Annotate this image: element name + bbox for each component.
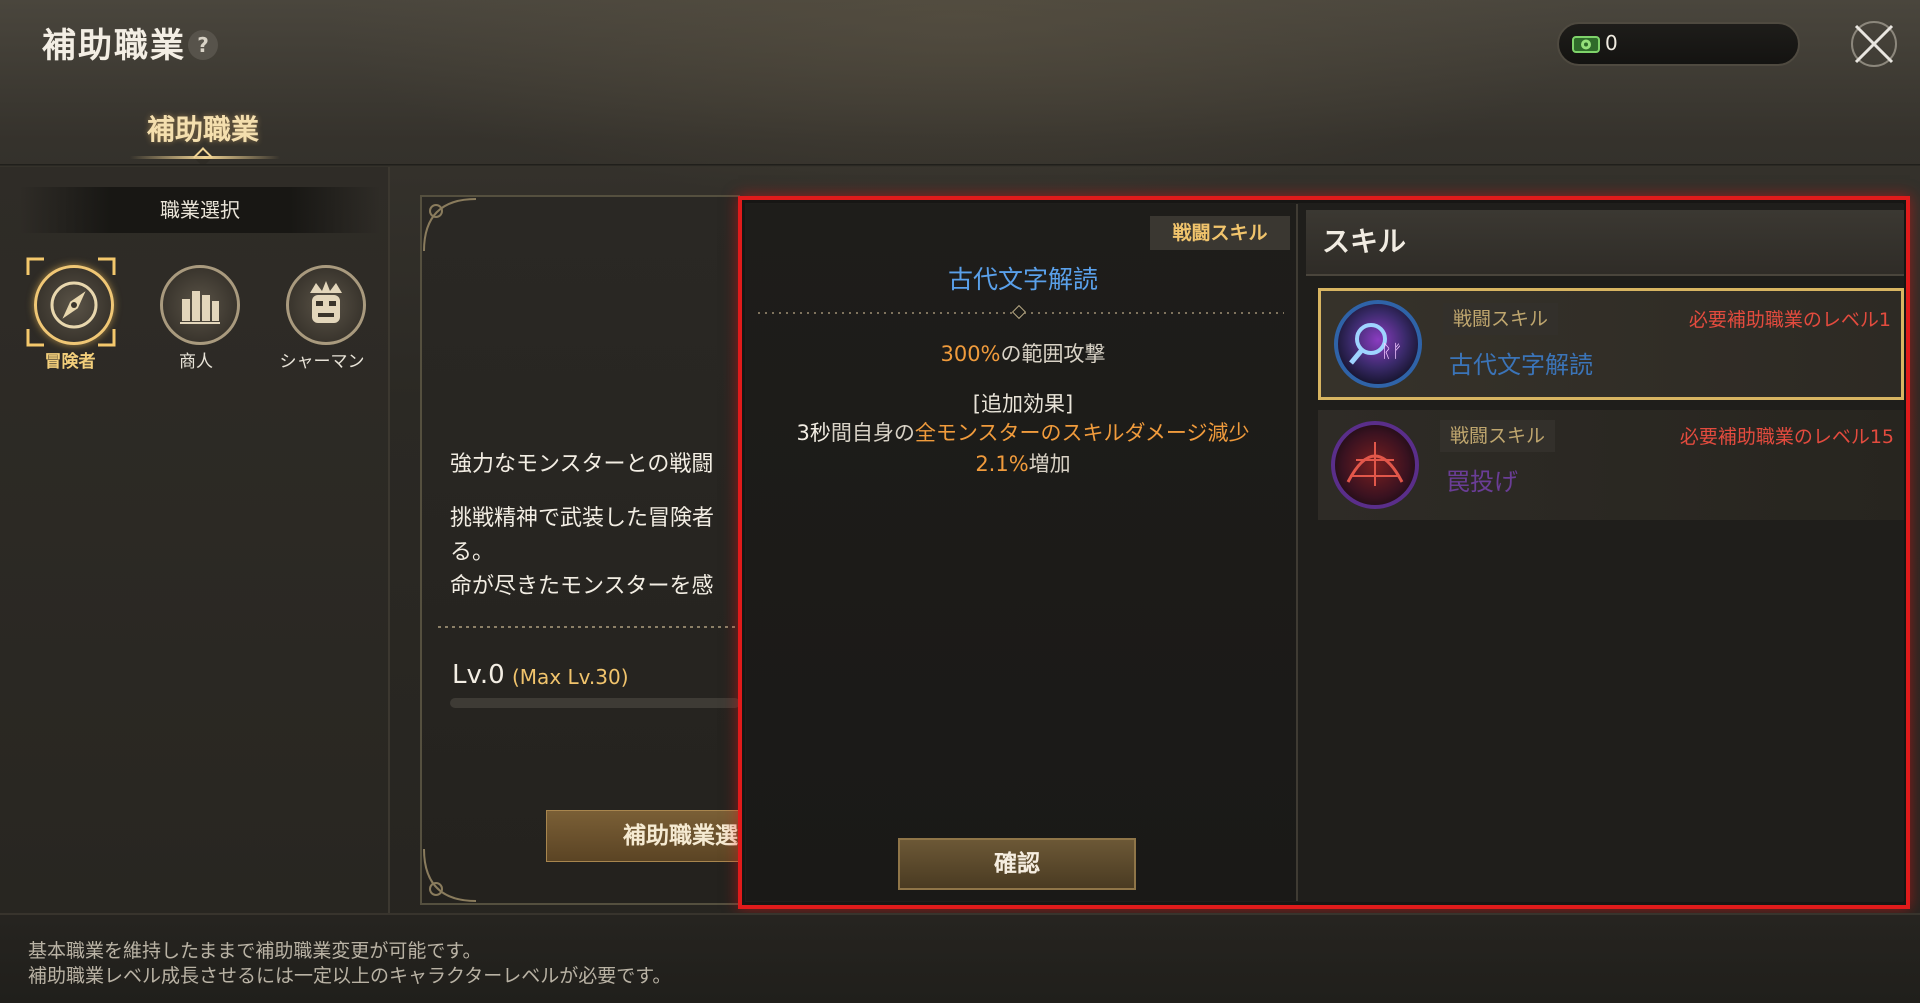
svg-text:ᚱᚠ: ᚱᚠ — [1381, 341, 1403, 362]
job-label: 冒険者 — [44, 352, 96, 372]
job-select-heading: 職業選択 — [20, 187, 380, 233]
compass-icon — [34, 265, 114, 345]
effect-value: 2.1% — [975, 452, 1029, 476]
job-description-line: 命が尽きたモンスターを感 — [450, 574, 714, 599]
confirm-button[interactable]: 確認 — [898, 838, 1136, 890]
skill-type-badge: 戦闘スキル — [1150, 216, 1290, 250]
help-button[interactable]: ? — [188, 30, 218, 60]
job-label: シャーマン — [279, 352, 365, 372]
job-select-panel: 職業選択 冒険者 商人 シャーマン — [0, 167, 390, 913]
corner-ornament-icon — [423, 848, 477, 902]
job-description-line: 挑戦精神で武装した冒険者 — [450, 506, 715, 531]
ancient-script-skill-icon: ᚱᚠ — [1334, 300, 1422, 388]
effect-duration: 3秒 — [796, 421, 831, 445]
skill-detail-name: 古代文字解読 — [947, 265, 1098, 294]
job-description-line: る。 — [450, 540, 495, 565]
tab-sub-job[interactable]: 補助職業 — [110, 108, 296, 148]
level-progress-bar — [450, 698, 740, 708]
currency-icon — [1572, 36, 1600, 53]
skill-list-heading: スキル — [1322, 225, 1407, 258]
currency-display: 0 — [1557, 22, 1800, 66]
job-description-line: 強力なモンスターとの戦闘 — [450, 452, 714, 477]
effect-highlight: 全モンスターのスキルダメージ減少 — [914, 421, 1250, 445]
trap-throw-skill-icon — [1331, 421, 1419, 509]
job-shaman[interactable]: シャーマン — [262, 265, 382, 375]
footer-note: 基本職業を維持したままで補助職業変更が可能です。 — [28, 940, 482, 962]
effect-text: の範囲攻撃 — [1000, 342, 1106, 366]
skill-requirement: 必要補助職業のレベル1 — [1688, 309, 1891, 331]
currency-amount: 0 — [1605, 31, 1618, 55]
skill-list-item[interactable]: 戦闘スキル 必要補助職業のレベル15 罠投げ — [1318, 410, 1904, 520]
footer-note: 補助職業レベル成長させるには一定以上のキャラクターレベルが必要です。 — [28, 965, 672, 987]
effect-text: 増加 — [1028, 452, 1071, 476]
divider — [438, 626, 738, 628]
extra-effect-text: 3秒間自身の全モンスターのスキルダメージ減少 2.1%増加 — [760, 418, 1286, 480]
job-max-level: (Max Lv.30) — [512, 665, 629, 689]
coins-icon — [160, 265, 240, 345]
effect-value: 300% — [940, 342, 1001, 366]
corner-ornament-icon — [423, 198, 477, 252]
skill-list-item[interactable]: ᚱᚠ 戦闘スキル 必要補助職業のレベル1 古代文字解読 — [1318, 288, 1904, 400]
tab-indicator-line — [130, 156, 280, 159]
job-adventurer[interactable]: 冒険者 — [10, 257, 130, 375]
extra-effect-heading: [追加効果] — [972, 392, 1074, 416]
skill-type-badge: 戦闘スキル — [1443, 303, 1559, 335]
mask-icon — [286, 265, 366, 345]
job-label: 商人 — [179, 352, 213, 372]
select-sub-job-button[interactable]: 補助職業選 — [546, 810, 746, 862]
effect-text: 間自身の — [830, 421, 915, 445]
job-level: Lv.0 — [452, 660, 505, 690]
skill-effect-line: 300%の範囲攻撃 — [760, 338, 1286, 368]
skill-type-badge: 戦闘スキル — [1440, 420, 1556, 452]
page-title: 補助職業 — [42, 26, 186, 66]
job-merchant[interactable]: 商人 — [136, 265, 256, 375]
skill-name: 罠投げ — [1446, 468, 1518, 496]
close-icon[interactable] — [1848, 18, 1900, 70]
skill-requirement: 必要補助職業のレベル15 — [1679, 426, 1894, 448]
skill-name: 古代文字解読 — [1449, 351, 1593, 379]
